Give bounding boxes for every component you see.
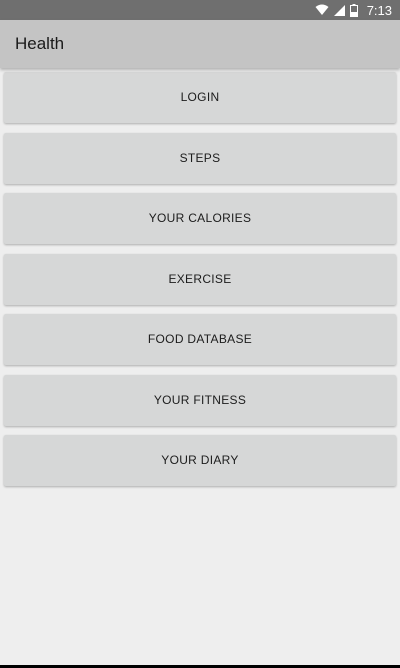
app-title: Health [15, 34, 65, 53]
your-calories-button[interactable]: YOUR CALORIES [4, 193, 396, 244]
app-screen: 7:13 Health LOGIN STEPS YOUR CALORIES EX… [0, 0, 400, 668]
status-icons: 7:13 [315, 0, 392, 20]
battery-icon [349, 3, 358, 17]
app-bar: Health [0, 20, 400, 68]
wifi-icon [315, 4, 329, 16]
login-button[interactable]: LOGIN [4, 72, 396, 123]
cell-signal-icon [333, 4, 345, 16]
menu-list: LOGIN STEPS YOUR CALORIES EXERCISE FOOD … [4, 72, 396, 496]
steps-button[interactable]: STEPS [4, 132, 396, 184]
food-database-button[interactable]: FOOD DATABASE [4, 314, 396, 365]
your-fitness-button[interactable]: YOUR FITNESS [4, 374, 396, 426]
your-diary-button[interactable]: YOUR DIARY [4, 435, 396, 486]
exercise-button[interactable]: EXERCISE [4, 253, 396, 305]
status-time: 7:13 [366, 2, 392, 18]
status-bar: 7:13 [0, 0, 400, 20]
